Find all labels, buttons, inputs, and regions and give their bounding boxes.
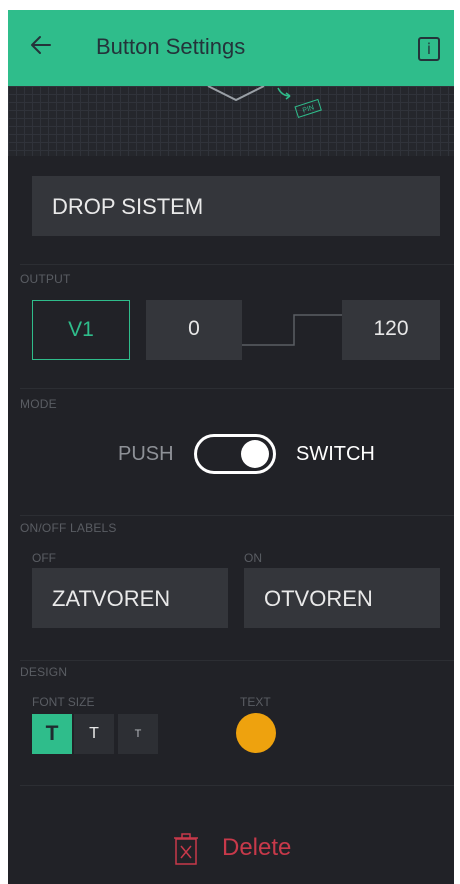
divider	[20, 660, 454, 661]
pin-value: V1	[68, 318, 94, 341]
delete-label: Delete	[222, 834, 292, 861]
output-low-input[interactable]: 0	[146, 300, 242, 360]
mode-section-label: MODE	[20, 397, 57, 411]
font-size-small-glyph: T	[134, 728, 142, 740]
output-low-value: 0	[188, 317, 200, 340]
trash-icon	[174, 833, 198, 865]
on-label-input[interactable]: OTVOREN	[244, 568, 440, 628]
mode-switch-label: SWITCH	[296, 443, 375, 465]
off-label-input[interactable]: ZATVOREN	[32, 568, 228, 628]
widget-name-field[interactable]: DROP SISTEM	[32, 176, 440, 236]
output-range-graph	[242, 314, 342, 346]
info-icon[interactable]: i	[418, 37, 440, 61]
mode-push-label: PUSH	[118, 443, 174, 465]
arrow-left-icon[interactable]	[28, 32, 54, 58]
text-color-label: TEXT	[240, 695, 271, 709]
widget-preview: PIN	[8, 86, 454, 156]
output-section-label: OUTPUT	[20, 272, 71, 286]
widget-name-value: DROP SISTEM	[52, 194, 204, 219]
font-size-large-glyph: T	[45, 722, 59, 745]
delete-button[interactable]: Delete	[168, 830, 308, 870]
app-screen: Button Settings i PIN DROP SISTEM OUTPUT…	[8, 10, 454, 884]
widget-preview-graphic: PIN	[207, 86, 322, 119]
output-high-input[interactable]: 120	[342, 300, 440, 360]
divider	[20, 515, 454, 516]
font-size-medium-button[interactable]: T	[74, 714, 114, 754]
divider	[20, 785, 454, 786]
mode-toggle[interactable]	[194, 434, 276, 474]
font-size-label: FONT SIZE	[32, 695, 95, 709]
design-section-label: DESIGN	[20, 665, 68, 679]
on-label-value: OTVOREN	[264, 586, 373, 611]
page-title: Button Settings	[96, 34, 246, 59]
divider	[20, 388, 454, 389]
font-size-large-button[interactable]: T	[32, 714, 72, 754]
font-size-medium-glyph: T	[89, 725, 99, 742]
text-color-swatch[interactable]	[236, 713, 276, 753]
labels-section-label: ON/OFF LABELS	[20, 521, 117, 535]
mode-toggle-knob	[241, 440, 269, 468]
off-label-value: ZATVOREN	[52, 586, 171, 611]
font-size-small-button[interactable]: T	[118, 714, 158, 754]
divider	[20, 264, 454, 265]
off-label-caption: OFF	[32, 551, 56, 565]
top-bar: Button Settings i	[8, 10, 454, 86]
pin-selector[interactable]: V1	[32, 300, 130, 360]
output-high-value: 120	[373, 317, 409, 340]
on-label-caption: ON	[244, 551, 262, 565]
